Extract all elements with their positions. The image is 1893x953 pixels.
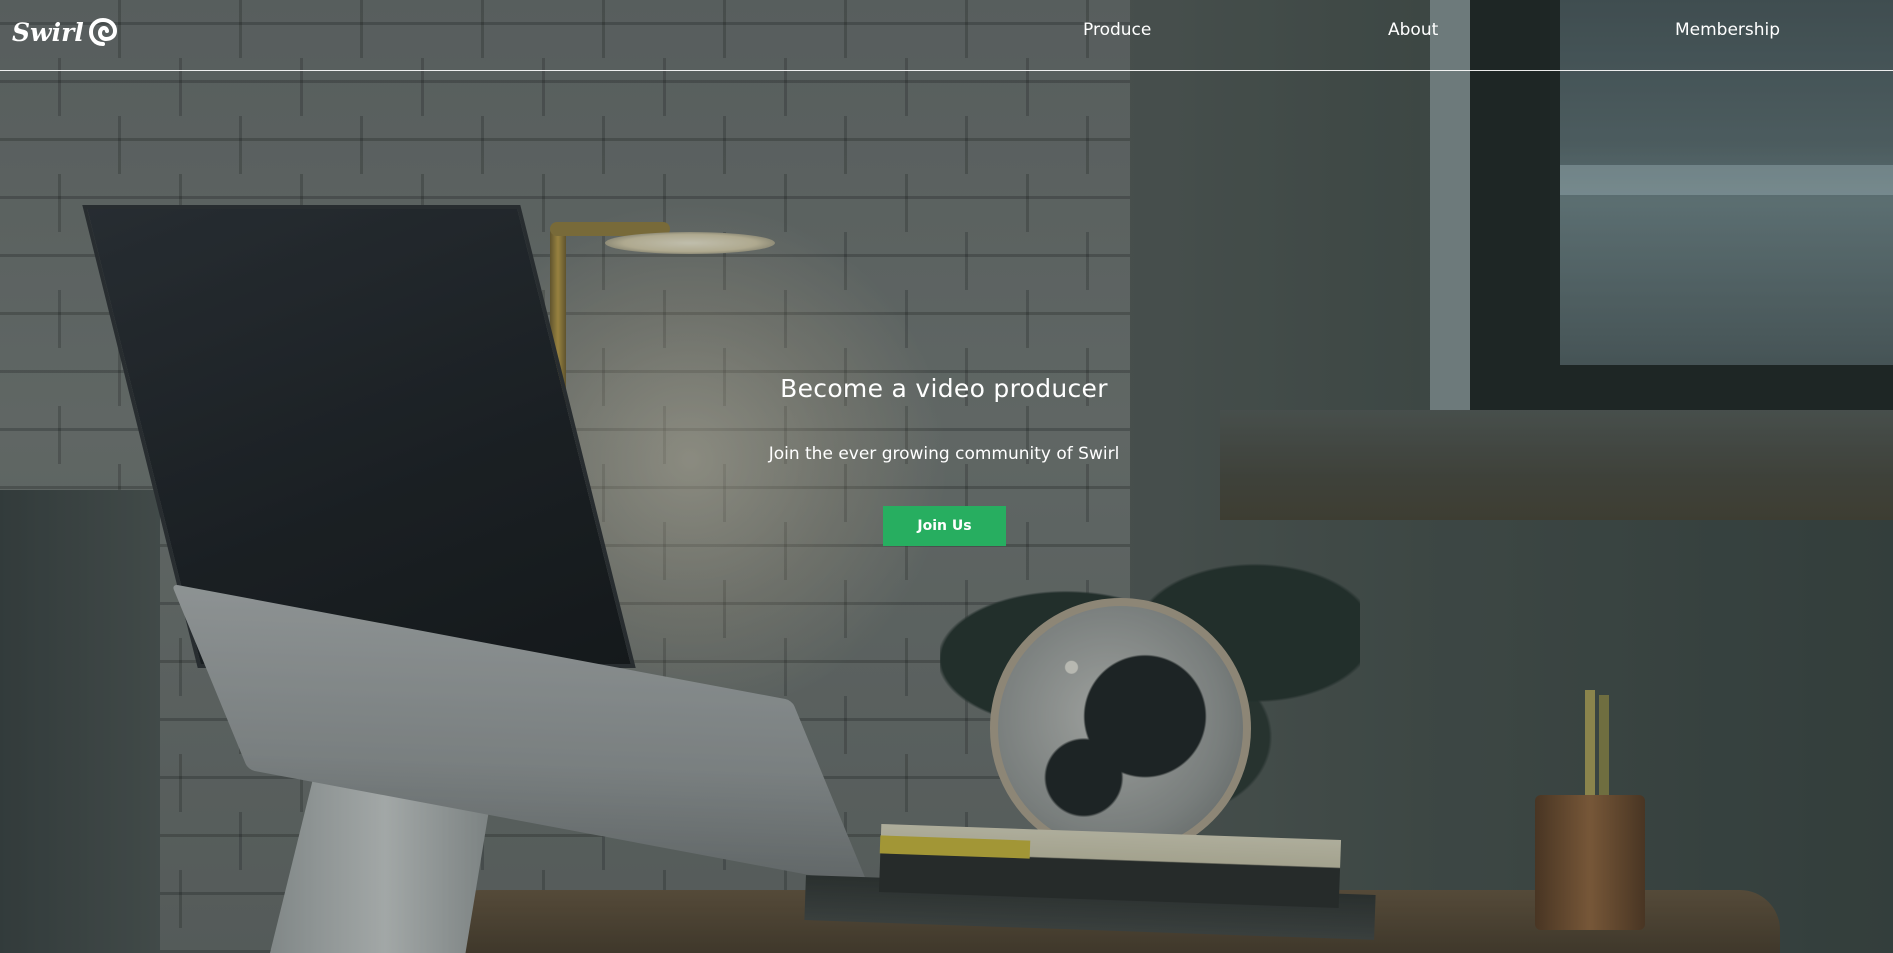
logo-text: Swirl <box>12 17 84 47</box>
dark-overlay <box>0 0 1893 953</box>
background-photo <box>0 0 1893 953</box>
swirl-icon <box>88 17 118 47</box>
nav-link-membership[interactable]: Membership <box>1675 20 1780 40</box>
logo[interactable]: Swirl <box>12 12 118 52</box>
navbar: Swirl Produce About Membership <box>0 0 1893 71</box>
nav-link-about[interactable]: About <box>1388 20 1438 40</box>
nav-link-produce[interactable]: Produce <box>1083 20 1151 40</box>
hero-subtitle: Join the ever growing community of Swirl <box>768 444 1120 464</box>
hero-title: Become a video producer <box>780 374 1108 403</box>
join-us-button[interactable]: Join Us <box>883 506 1006 546</box>
hero-section: Swirl Produce About Membership Become a … <box>0 0 1893 953</box>
